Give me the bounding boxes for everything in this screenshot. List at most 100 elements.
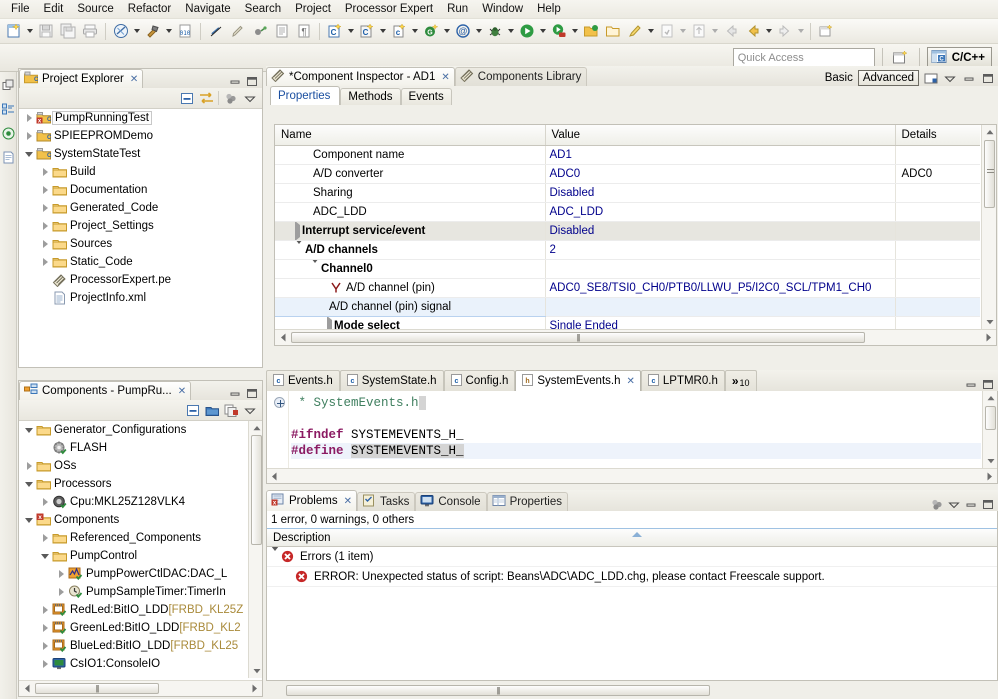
subtab-methods[interactable]: Methods <box>340 88 400 105</box>
build-dropdown-icon[interactable] <box>164 21 173 41</box>
inspector-vscrollbar[interactable] <box>981 125 996 329</box>
debug-dropdown-icon[interactable] <box>506 21 515 41</box>
problem-row[interactable]: Errors (1 item) <box>267 547 997 567</box>
cell-value[interactable]: ADC0 <box>545 164 895 183</box>
scroll-left-icon[interactable] <box>275 333 291 342</box>
menu-item-window[interactable]: Window <box>475 1 530 18</box>
tree-item[interactable]: PumpSampleTimer:TimerIn <box>19 583 246 601</box>
new-wizard-dropdown-icon[interactable] <box>25 21 34 41</box>
editor-tab-overflow[interactable]: » 10 <box>725 370 757 391</box>
tree-item[interactable]: OSs <box>19 457 246 475</box>
view-menu-icon[interactable] <box>943 72 957 85</box>
expand-arrow-icon[interactable] <box>39 240 51 248</box>
tree-item[interactable]: Documentation <box>19 181 262 199</box>
tab-tasks[interactable]: Tasks <box>357 492 415 511</box>
subtab-properties[interactable]: Properties <box>270 86 340 105</box>
minimize-icon[interactable] <box>964 378 978 391</box>
scroll-right-icon[interactable] <box>246 684 262 693</box>
editor-tab-lptmr0-h[interactable]: c LPTMR0.h <box>641 370 725 391</box>
tree-item[interactable]: Processors <box>19 475 246 493</box>
minimize-icon[interactable] <box>964 498 978 511</box>
tab-properties[interactable]: Properties <box>487 492 568 511</box>
new-cpp-class-dropdown-icon[interactable] <box>378 21 387 41</box>
cell-value[interactable] <box>545 297 895 316</box>
collapse-arrow-icon[interactable] <box>23 428 35 433</box>
menu-item-refactor[interactable]: Refactor <box>121 1 178 18</box>
cell-value[interactable]: ADC_LDD <box>545 202 895 221</box>
new-package-icon[interactable]: @ <box>453 21 473 41</box>
link-break-icon[interactable] <box>206 21 226 41</box>
scroll-up-icon[interactable] <box>984 126 995 138</box>
components-hscrollbar[interactable]: ||| <box>19 680 262 696</box>
expand-arrow-icon[interactable] <box>55 588 67 596</box>
mode-advanced-button[interactable]: Advanced <box>858 70 919 86</box>
forward-icon[interactable] <box>743 21 763 41</box>
cell-value[interactable]: Disabled <box>545 183 895 202</box>
cell-value[interactable]: 2 <box>545 240 895 259</box>
expand-arrow-icon[interactable] <box>39 222 51 230</box>
tree-item[interactable]: ProjectInfo.xml <box>19 289 262 307</box>
tree-item[interactable]: Sources <box>19 235 262 253</box>
new-package-dropdown-icon[interactable] <box>474 21 483 41</box>
debug-config-icon[interactable] <box>250 21 270 41</box>
new-c-file-dropdown-icon[interactable] <box>410 21 419 41</box>
tree-item[interactable]: PumpPowerCtlDAC:DAC_L <box>19 565 246 583</box>
run-dropdown-icon[interactable] <box>538 21 547 41</box>
menu-item-navigate[interactable]: Navigate <box>178 1 237 18</box>
editor-tab-systemevents-h[interactable]: h SystemEvents.h ✕ <box>515 370 640 391</box>
build-hammer-icon[interactable] <box>143 21 163 41</box>
collapse-arrow-icon[interactable] <box>295 244 303 256</box>
scroll-left-icon[interactable] <box>19 684 35 693</box>
table-row[interactable]: Interrupt service/eventDisabled <box>275 221 980 240</box>
view-menu-icon[interactable] <box>243 92 257 105</box>
new-cpp-class-icon[interactable]: C <box>357 21 377 41</box>
components-vscroll-thumb[interactable] <box>251 435 262 545</box>
open-type-icon[interactable] <box>603 21 623 41</box>
inspector-hscrollbar[interactable]: ||| <box>275 329 996 345</box>
subtab-events[interactable]: Events <box>401 88 452 105</box>
new-window-icon[interactable] <box>816 21 836 41</box>
new-class-dropdown-icon[interactable] <box>442 21 451 41</box>
target-icon[interactable] <box>1 126 16 141</box>
close-icon[interactable]: ✕ <box>441 72 448 83</box>
open-folder-icon[interactable] <box>581 21 601 41</box>
import-component-icon[interactable] <box>224 404 238 417</box>
forward-dropdown-icon[interactable] <box>764 21 773 41</box>
expand-arrow-icon[interactable] <box>39 534 51 542</box>
menu-item-edit[interactable]: Edit <box>37 1 71 18</box>
tree-item[interactable]: Project_Settings <box>19 217 262 235</box>
scroll-down-icon[interactable] <box>984 316 995 328</box>
expand-arrow-icon[interactable] <box>39 204 51 212</box>
mode-basic-label[interactable]: Basic <box>825 72 853 84</box>
tab-component-inspector[interactable]: *Component Inspector - AD1 ✕ <box>266 67 455 86</box>
scroll-right-icon[interactable] <box>982 472 997 481</box>
minimize-icon[interactable] <box>962 72 976 85</box>
editor-vscroll-thumb[interactable] <box>985 406 996 430</box>
show-hidden-icon[interactable] <box>924 72 938 85</box>
build-clean-icon[interactable] <box>111 21 131 41</box>
new-c-project-dropdown-icon[interactable] <box>346 21 355 41</box>
editor-vscrollbar[interactable] <box>982 391 997 468</box>
editor-tab-events-h[interactable]: c Events.h <box>266 370 340 391</box>
link-with-editor-icon[interactable] <box>199 92 213 105</box>
expand-arrow-icon[interactable] <box>39 660 51 668</box>
close-icon[interactable]: ✕ <box>344 496 351 507</box>
scroll-up-icon[interactable] <box>251 422 262 434</box>
tree-item[interactable]: Generated_Code <box>19 199 262 217</box>
expand-arrow-icon[interactable] <box>39 606 51 614</box>
build-clean-dropdown-icon[interactable] <box>132 21 141 41</box>
minimize-icon[interactable] <box>228 387 242 400</box>
cell-value[interactable]: Single Ended <box>545 316 895 329</box>
tree-item[interactable]: PumpControl <box>19 547 246 565</box>
scroll-right-icon[interactable] <box>980 333 996 342</box>
view-menu-icon[interactable] <box>947 498 961 511</box>
expand-arrow-icon[interactable] <box>39 258 51 266</box>
new-class-icon[interactable]: G <box>421 21 441 41</box>
pencil-icon[interactable] <box>228 21 248 41</box>
table-row[interactable]: Component nameAD1 <box>275 145 980 164</box>
maximize-icon[interactable] <box>245 387 259 400</box>
binary-010-icon[interactable]: 010 <box>175 21 195 41</box>
menu-item-processor-expert[interactable]: Processor Expert <box>338 1 440 18</box>
profile-dropdown-icon[interactable] <box>570 21 579 41</box>
table-row[interactable]: A/D converterADC0ADC0 <box>275 164 980 183</box>
